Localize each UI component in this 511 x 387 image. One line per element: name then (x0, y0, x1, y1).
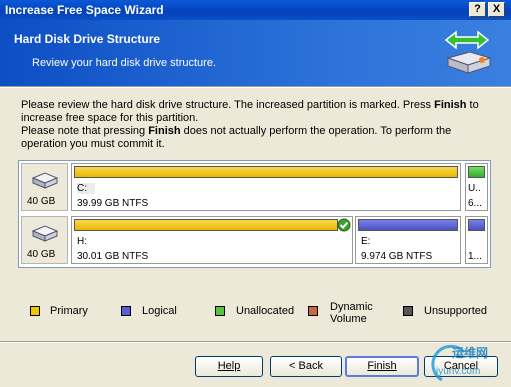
legend-unsupported-label: Unsupported (424, 305, 487, 317)
partition-e-bar (358, 219, 458, 231)
partition-e-info: 9.974 GB NTFS (361, 251, 433, 262)
legend-primary: Primary (30, 304, 110, 334)
legend-logical: Logical (121, 304, 201, 334)
unallocated-1-bar (468, 166, 485, 178)
disk-resize-icon (444, 30, 492, 74)
primary-swatch (30, 306, 40, 316)
unallocated-1[interactable]: U.. 6... (465, 163, 488, 211)
title-bar: Increase Free Space Wizard ? X (0, 0, 511, 20)
description-line-1: Please review the hard disk drive struct… (21, 99, 479, 124)
header-title: Hard Disk Drive Structure (14, 32, 161, 46)
legend-dynamic-volume-label: Dynamic Volume (330, 301, 373, 325)
legend-primary-label: Primary (50, 305, 88, 317)
unsupported-swatch (403, 306, 413, 316)
watermark: 运维网 iyunv.com (424, 342, 504, 384)
partition-h-bar (74, 219, 338, 231)
finish-button-label: Finish (367, 360, 397, 372)
legend-dynamic-volume: Dynamic Volume (308, 301, 388, 334)
unallocated-1-info: 6... (468, 198, 482, 209)
hard-disk-icon (32, 172, 58, 189)
window-title: Increase Free Space Wizard (5, 3, 164, 17)
watermark-url: iyunv.com (436, 366, 481, 377)
disk-map: 40 GB C: 39.99 GB NTFS U.. 6... 40 GB H:… (18, 160, 491, 268)
description-line-2: Please note that pressing Finish does no… (21, 125, 452, 150)
partition-e[interactable]: E: 9.974 GB NTFS (355, 216, 461, 264)
logical-partition-small[interactable]: 1... (465, 216, 488, 264)
logical-partition-small-info: 1... (468, 251, 482, 262)
partition-e-letter: E: (361, 236, 371, 247)
disk-1-header[interactable]: 40 GB (21, 163, 68, 211)
back-button[interactable]: < Back (270, 356, 342, 377)
partition-h-letter: H: (77, 236, 87, 247)
logical-swatch (121, 306, 131, 316)
legend-unallocated-label: Unallocated (236, 305, 295, 317)
wizard-header: Hard Disk Drive Structure Review your ha… (0, 20, 511, 86)
partition-c-letter: C: (77, 183, 95, 194)
legend-logical-label: Logical (142, 305, 177, 317)
disk-1-size: 40 GB (27, 196, 56, 207)
disk-2-header[interactable]: 40 GB (21, 216, 68, 264)
watermark-cn: 运维网 (452, 346, 489, 360)
partition-c-bar (74, 166, 458, 178)
back-button-label: < Back (289, 360, 323, 372)
unallocated-1-letter: U.. (468, 183, 481, 194)
unallocated-swatch (215, 306, 225, 316)
hard-disk-icon (32, 225, 58, 242)
help-button-label: Help (217, 360, 241, 372)
header-subtitle: Review your hard disk drive structure. (32, 57, 217, 69)
logical-partition-small-bar (468, 219, 485, 231)
partition-h-info: 30.01 GB NTFS (77, 251, 149, 262)
help-title-button[interactable]: ? (469, 2, 486, 17)
finish-button[interactable]: Finish (345, 356, 419, 377)
legend-unsupported: Unsupported (403, 304, 503, 334)
header-separator (0, 86, 511, 88)
dynamic-volume-swatch (308, 306, 318, 316)
partition-c-info: 39.99 GB NTFS (77, 198, 149, 209)
help-button[interactable]: Help (195, 356, 263, 377)
partition-h[interactable]: H: 30.01 GB NTFS (71, 216, 353, 264)
description: Please review the hard disk drive struct… (21, 99, 491, 151)
legend-unallocated: Unallocated (215, 304, 305, 334)
close-title-button[interactable]: X (488, 2, 505, 17)
partition-c[interactable]: C: 39.99 GB NTFS (71, 163, 461, 211)
check-mark-icon (337, 218, 351, 232)
disk-2-size: 40 GB (27, 249, 56, 260)
